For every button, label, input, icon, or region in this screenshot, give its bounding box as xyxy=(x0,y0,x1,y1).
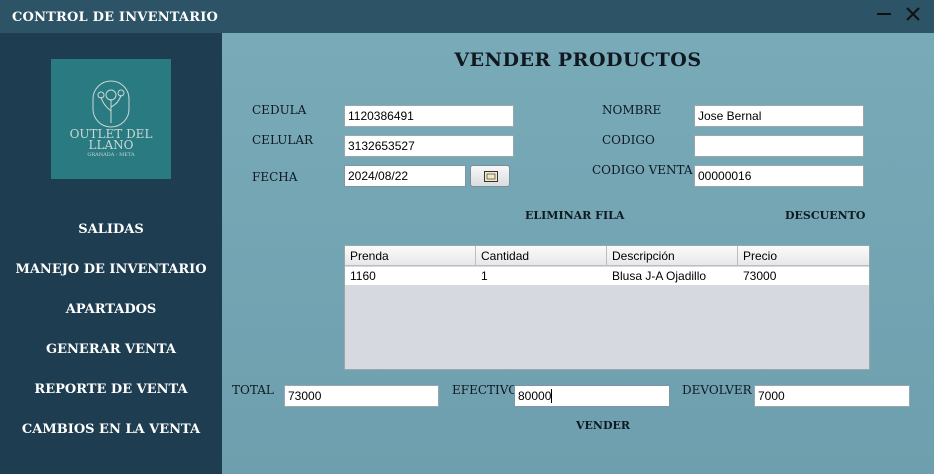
codigo-label: CODIGO xyxy=(602,133,655,147)
table-header: Prenda Cantidad Descripción Precio xyxy=(345,246,869,266)
nav-manejo-inventario[interactable]: MANEJO DE INVENTARIO xyxy=(0,262,222,277)
codigo-venta-label: CODIGO VENTA xyxy=(592,163,693,177)
close-button[interactable] xyxy=(902,3,924,25)
logo-text-line3: GRANADA - META xyxy=(87,152,135,158)
minimize-button[interactable] xyxy=(873,3,895,25)
calendar-button[interactable] xyxy=(470,165,510,187)
main-panel: VENDER PRODUCTOS CEDULA 1120386491 CELUL… xyxy=(222,33,934,474)
total-field[interactable]: 73000 xyxy=(284,385,439,407)
column-header-precio[interactable]: Precio xyxy=(738,246,869,266)
nombre-field[interactable]: Jose Bernal xyxy=(694,105,864,127)
store-logo: OUTLET DEL LLANO GRANADA - META xyxy=(51,59,171,179)
close-icon xyxy=(906,7,920,21)
devolver-label: DEVOLVER xyxy=(682,383,752,397)
cedula-field[interactable]: 1120386491 xyxy=(344,105,514,127)
minimize-icon xyxy=(877,13,891,15)
logo-text-line2: LLANO xyxy=(88,138,134,152)
table-row[interactable]: 1160 1 Blusa J-A Ojadillo 73000 xyxy=(345,267,869,285)
title-bar: CONTROL DE INVENTARIO xyxy=(0,0,934,33)
nombre-label: NOMBRE xyxy=(602,103,662,117)
calendar-icon xyxy=(484,171,498,182)
column-header-prenda[interactable]: Prenda xyxy=(345,246,476,266)
window-title: CONTROL DE INVENTARIO xyxy=(12,10,219,25)
celular-label: CELULAR xyxy=(252,133,314,147)
page-title: VENDER PRODUCTOS xyxy=(454,49,702,71)
efectivo-field[interactable]: 80000 xyxy=(514,385,670,407)
efectivo-label: EFECTIVO xyxy=(452,383,519,397)
nav-cambios-venta[interactable]: CAMBIOS EN LA VENTA xyxy=(0,422,222,437)
fecha-field[interactable]: 2024/08/22 xyxy=(344,165,466,187)
table-cell-cantidad: 1 xyxy=(481,269,488,283)
fecha-label: FECHA xyxy=(252,170,298,184)
sidebar: OUTLET DEL LLANO GRANADA - META SALIDAS … xyxy=(0,33,222,474)
devolver-field[interactable]: 7000 xyxy=(754,385,910,407)
eliminar-fila-button[interactable]: ELIMINAR FILA xyxy=(525,209,624,222)
nav-salidas[interactable]: SALIDAS xyxy=(0,222,222,237)
table-cell-prenda: 1160 xyxy=(350,269,376,283)
nav-generar-venta[interactable]: GENERAR VENTA xyxy=(0,342,222,357)
descuento-button[interactable]: DESCUENTO xyxy=(785,209,865,222)
table-cell-precio: 73000 xyxy=(743,269,777,283)
nav-apartados[interactable]: APARTADOS xyxy=(0,302,222,317)
vender-button[interactable]: VENDER xyxy=(576,419,630,432)
celular-field[interactable]: 3132653527 xyxy=(344,135,514,157)
text-caret xyxy=(551,389,553,403)
column-header-cantidad[interactable]: Cantidad xyxy=(476,246,607,266)
efectivo-value: 80000 xyxy=(518,389,552,403)
cedula-label: CEDULA xyxy=(252,103,307,117)
codigo-field[interactable] xyxy=(694,135,864,157)
codigo-venta-field[interactable]: 00000016 xyxy=(694,165,864,187)
total-label: TOTAL xyxy=(232,383,274,397)
flower-logo-icon xyxy=(92,80,130,128)
table-cell-descripcion: Blusa J-A Ojadillo xyxy=(612,269,707,283)
column-header-descripcion[interactable]: Descripción xyxy=(607,246,738,266)
nav-reporte-venta[interactable]: REPORTE DE VENTA xyxy=(0,382,222,397)
products-table: Prenda Cantidad Descripción Precio 1160 … xyxy=(344,245,870,370)
